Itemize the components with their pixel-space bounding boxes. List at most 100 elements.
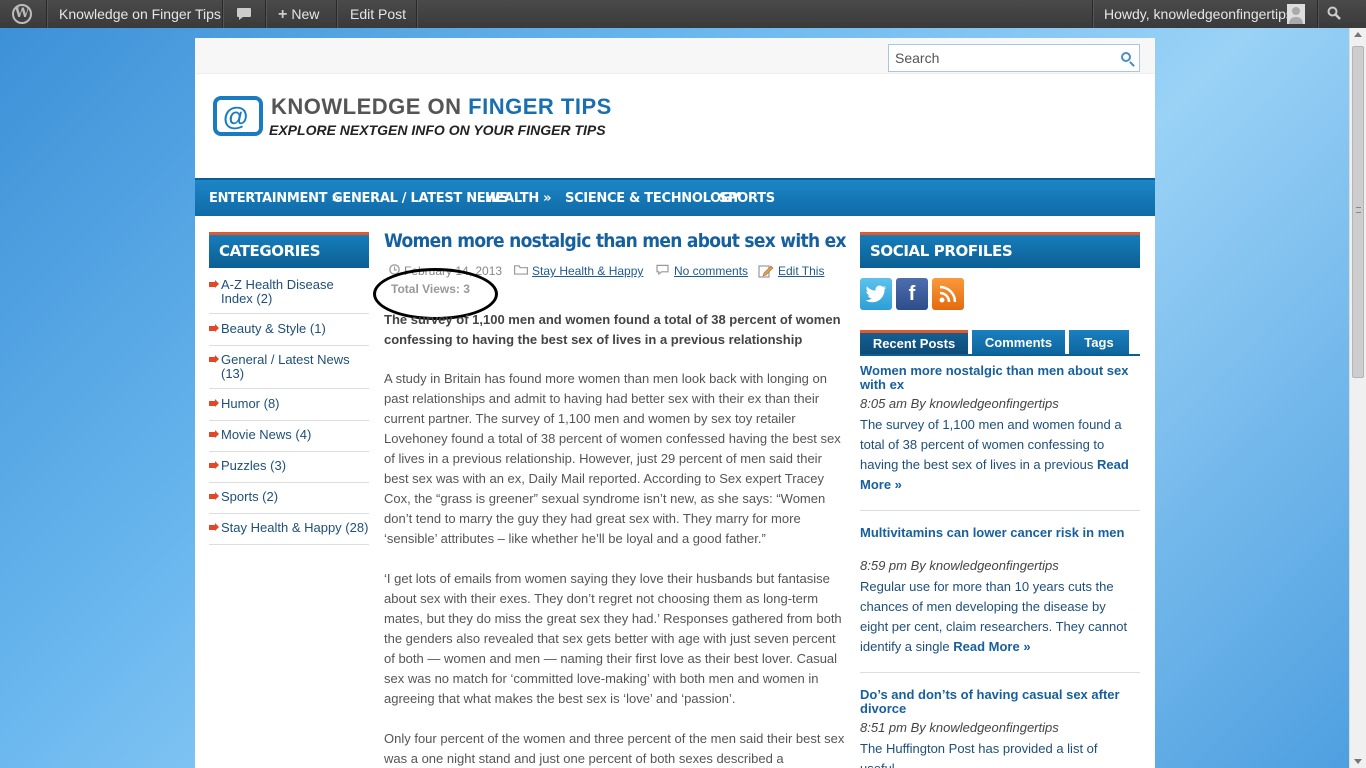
nav-label: ENTERTAINMENT [209,191,328,206]
edit-this-text[interactable]: Edit This [778,264,824,278]
avatar[interactable] [1287,4,1305,24]
nav-label: HEALTH [485,191,539,206]
arrow-icon [209,461,219,469]
nav-general-news[interactable]: GENERAL / LATEST NEWS [332,180,509,216]
page-container: @ KNOWLEDGE ON FINGER TIPS EXPLORE NEXTG… [195,38,1155,768]
separator [222,0,223,28]
category-label: Beauty & Style (1) [221,321,326,336]
twitter-icon[interactable] [860,278,892,310]
social-profiles-heading: SOCIAL PROFILES [860,232,1140,268]
tab-underline [860,354,1140,356]
edit-this-link[interactable]: Edit This [778,264,824,278]
recent-post-excerpt: The Huffington Post has provided a list … [860,741,1098,768]
tab-comments[interactable]: Comments [972,330,1065,355]
category-label: Puzzles (3) [221,458,287,473]
post-paragraph-2: ‘I get lots of emails from women saying … [384,571,842,706]
post-category-link[interactable]: Stay Health & Happy [532,264,643,278]
comment-icon [656,264,669,275]
post-lead: The survey of 1,100 men and women found … [384,312,841,347]
plus-icon: + [278,6,288,23]
post-paragraph-3: Only four percent of the women and three… [384,731,845,766]
rss-icon[interactable] [932,278,964,310]
main-nav: ENTERTAINMENT » GENERAL / LATEST NEWS HE… [195,178,1155,216]
site-title-part: KNOWLEDGE ON [271,94,469,119]
category-item[interactable]: Beauty & Style (1) [209,322,369,346]
category-label: Movie News (4) [221,427,312,442]
edit-icon [758,265,774,278]
folder-icon [513,265,529,275]
site-tagline: EXPLORE NEXTGEN INFO ON YOUR FINGER TIPS [269,122,606,138]
separator [46,0,47,28]
search-icon[interactable] [1121,52,1131,62]
search-box [888,44,1140,72]
tab-tags[interactable]: Tags [1069,330,1129,355]
site-title[interactable]: KNOWLEDGE ON FINGER TIPS [271,94,612,120]
admin-search-icon[interactable] [1327,0,1343,28]
arrow-icon [209,280,219,288]
category-item[interactable]: Movie News (4) [209,428,369,452]
arrow-icon [209,430,219,438]
category-label: General / Latest News (13) [221,352,350,381]
site-logo-icon[interactable]: @ [213,96,263,136]
comments-icon[interactable] [236,0,254,28]
page-scrollbar[interactable] [1349,28,1366,768]
tab-recent-posts[interactable]: Recent Posts [860,330,968,355]
recent-post-title[interactable]: Women more nostalgic than men about sex … [860,364,1135,392]
comments-link-text[interactable]: No comments [674,264,748,278]
scrollbar-thumb[interactable] [1352,46,1364,378]
category-label: Sports (2) [221,489,279,504]
nav-sports[interactable]: SPORTS [719,180,775,216]
nav-entertainment[interactable]: ENTERTAINMENT » [209,180,340,216]
category-item[interactable]: Puzzles (3) [209,459,369,483]
divider [860,510,1140,511]
comments-link[interactable]: No comments [674,264,748,278]
arrow-icon [209,399,219,407]
scroll-up-icon[interactable] [1354,32,1362,37]
scroll-down-icon[interactable] [1354,759,1362,764]
category-label: Humor (8) [221,396,280,411]
search-input[interactable] [889,45,1109,71]
category-item[interactable]: Stay Health & Happy (28) [209,521,369,545]
divider [860,672,1140,673]
categories-heading: CATEGORIES [209,232,369,268]
site-name-link[interactable]: Knowledge on Finger Tips [59,0,221,28]
category-item[interactable]: A-Z Health Disease Index (2) [209,278,369,314]
recent-post-meta: 8:05 am By knowledgeonfingertips [860,396,1059,411]
read-more-link[interactable]: Read More » [953,639,1030,654]
site-title-highlight: FINGER TIPS [468,94,612,119]
category-label: A-Z Health Disease Index (2) [221,277,334,306]
arrow-icon [209,523,219,531]
recent-post-title[interactable]: Multivitamins can lower cancer risk in m… [860,526,1135,540]
separator [416,0,417,28]
recent-post-meta: 8:59 pm By knowledgeonfingertips [860,558,1059,573]
edit-post-link[interactable]: Edit Post [350,0,406,28]
nav-science-technology[interactable]: SCIENCE & TECHNOLOGY [565,180,740,216]
arrow-icon [209,324,219,332]
separator [336,0,337,28]
separator [1092,0,1093,28]
category-item[interactable]: Humor (8) [209,397,369,421]
grip-icon [1356,207,1361,213]
new-label: New [291,6,320,22]
howdy-label: Howdy, knowledgeonfingertips [1104,6,1293,22]
arrow-icon [209,355,219,363]
category-label: Stay Health & Happy (28) [221,520,369,535]
recent-post-meta: 8:51 pm By knowledgeonfingertips [860,720,1059,735]
post-title[interactable]: Women more nostalgic than men about sex … [384,230,847,252]
facebook-icon[interactable]: f [896,278,928,310]
nav-health[interactable]: HEALTH » [485,180,552,216]
new-content-button[interactable]: + New [278,0,319,28]
category-link[interactable]: Stay Health & Happy [532,264,643,278]
separator [1317,0,1318,28]
excerpt-text: The survey of 1,100 men and women found … [860,417,1122,472]
double-chevron-icon: » [543,191,552,206]
recent-post-excerpt: Regular use for more than 10 years cuts … [860,577,1135,657]
arrow-icon [209,492,219,500]
category-item[interactable]: Sports (2) [209,490,369,514]
account-menu[interactable]: Howdy, knowledgeonfingertips [1104,0,1293,28]
recent-post-title[interactable]: Do’s and don’ts of having casual sex aft… [860,688,1135,716]
wordpress-logo-icon[interactable]: W [10,0,36,28]
admin-bar: W Knowledge on Finger Tips + New Edit Pos… [0,0,1366,28]
post-paragraph-1: A study in Britain has found more women … [384,371,841,546]
category-item[interactable]: General / Latest News (13) [209,353,369,389]
